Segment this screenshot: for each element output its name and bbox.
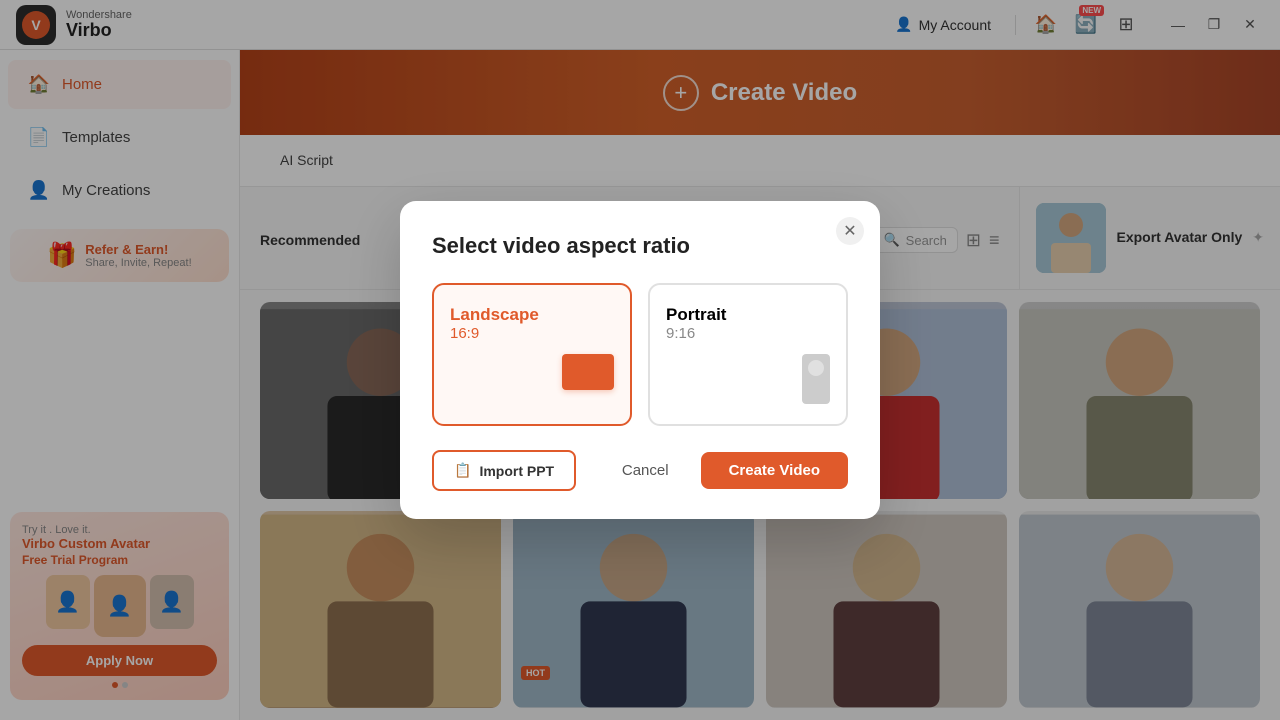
create-video-button[interactable]: Create Video xyxy=(701,452,848,489)
modal-title: Select video aspect ratio xyxy=(432,233,848,259)
modal-close-button[interactable]: ✕ xyxy=(836,217,864,245)
portrait-ratio: 9:16 xyxy=(666,325,726,342)
portrait-name: Portrait xyxy=(666,305,726,325)
modal-overlay: ✕ Select video aspect ratio Landscape 16… xyxy=(0,0,1280,720)
landscape-ratio: 16:9 xyxy=(450,325,539,342)
aspect-ratio-modal: ✕ Select video aspect ratio Landscape 16… xyxy=(400,201,880,519)
aspect-option-portrait[interactable]: Portrait 9:16 xyxy=(648,283,848,426)
modal-actions-row: 📋 Import PPT Cancel Create Video xyxy=(432,450,848,491)
portrait-preview xyxy=(802,354,830,404)
landscape-preview xyxy=(562,354,614,390)
cancel-button[interactable]: Cancel xyxy=(602,452,689,489)
landscape-name: Landscape xyxy=(450,305,539,325)
modal-cta-buttons: Cancel Create Video xyxy=(602,452,848,489)
aspect-option-landscape[interactable]: Landscape 16:9 xyxy=(432,283,632,426)
import-ppt-label: Import PPT xyxy=(479,463,554,479)
ppt-icon: 📋 xyxy=(454,462,471,479)
import-ppt-button[interactable]: 📋 Import PPT xyxy=(432,450,576,491)
modal-options: Landscape 16:9 Portrait 9:16 xyxy=(432,283,848,426)
